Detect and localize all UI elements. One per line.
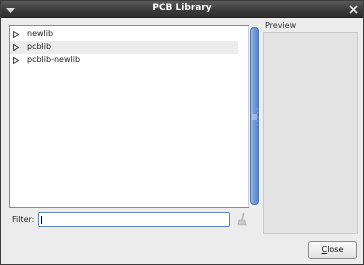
tree-row-newlib[interactable]: newlib	[10, 28, 238, 41]
title-bar[interactable]: PCB Library	[1, 1, 363, 18]
library-pane: newlib pcblib pcblib-newlib Filter:	[7, 23, 260, 235]
tree-row-label: pcblib	[27, 42, 52, 51]
tree-row-label: pcblib-newlib	[27, 55, 81, 64]
clear-brush-icon[interactable]	[236, 212, 248, 226]
triangle-right-icon[interactable]	[13, 31, 19, 38]
tree-row-pcblib-newlib[interactable]: pcblib-newlib	[10, 54, 238, 67]
close-label-rest: lose	[327, 245, 344, 254]
filter-input[interactable]	[38, 212, 230, 227]
tree-row-pcblib[interactable]: pcblib	[10, 41, 238, 54]
close-icon[interactable]	[348, 4, 359, 15]
tree-row-label: newlib	[27, 29, 54, 38]
window-title: PCB Library	[152, 3, 212, 13]
close-button[interactable]: Close	[308, 241, 357, 259]
text-caret	[41, 216, 42, 224]
preview-area	[263, 32, 358, 234]
filter-label: Filter:	[12, 215, 35, 224]
triangle-right-icon[interactable]	[13, 44, 19, 51]
preview-label: Preview	[265, 21, 297, 30]
triangle-right-icon[interactable]	[13, 57, 19, 64]
library-tree[interactable]: newlib pcblib pcblib-newlib	[9, 25, 249, 208]
pcb-library-dialog: PCB Library newlib pcblib pcblib-newlib …	[0, 0, 364, 265]
pane-divider[interactable]	[256, 106, 259, 130]
